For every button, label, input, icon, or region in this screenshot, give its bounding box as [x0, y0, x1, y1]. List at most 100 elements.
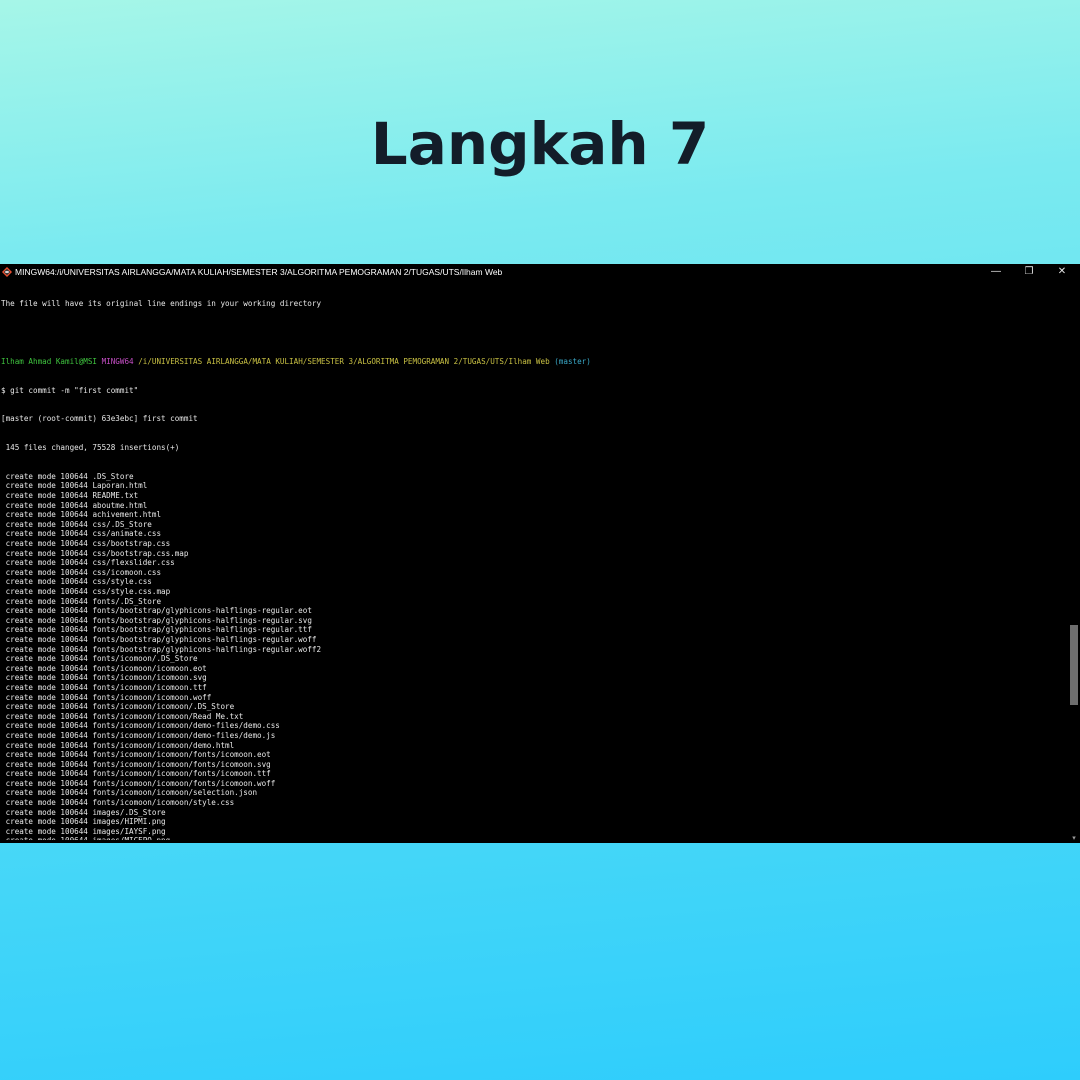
create-mode-line: create mode 100644 css/flexslider.css [1, 558, 1065, 568]
create-mode-line: create mode 100644 fonts/bootstrap/glyph… [1, 645, 1065, 655]
created-file-path: fonts/icomoon/icomoon/demo-files/demo.js [92, 730, 276, 740]
created-file-path: fonts/icomoon/icomoon.woff [92, 692, 212, 702]
created-file-path: achivement.html [92, 510, 162, 520]
created-file-path: .DS_Store [92, 471, 134, 481]
created-file-path: css/bootstrap.css [92, 539, 171, 549]
created-file-path: Laporan.html [92, 481, 148, 491]
create-mode-line: create mode 100644 css/icomoon.css [1, 568, 1065, 578]
create-mode-line: create mode 100644 css/bootstrap.css.map [1, 549, 1065, 559]
create-mode-prefix: create mode 100644 [1, 491, 93, 501]
create-mode-line: create mode 100644 fonts/bootstrap/glyph… [1, 635, 1065, 645]
created-file-path: css/style.css [92, 577, 152, 587]
maximize-button[interactable]: ❐ [1017, 264, 1041, 280]
window-titlebar[interactable]: MINGW64:/i/UNIVERSITAS AIRLANGGA/MATA KU… [0, 264, 1080, 280]
create-mode-line: create mode 100644 fonts/icomoon/icomoon… [1, 664, 1065, 674]
scrollbar-thumb[interactable] [1070, 625, 1078, 705]
create-mode-prefix: create mode 100644 [1, 826, 93, 836]
create-mode-line: create mode 100644 achivement.html [1, 510, 1065, 520]
create-mode-prefix: create mode 100644 [1, 663, 93, 673]
create-mode-prefix: create mode 100644 [1, 817, 93, 827]
create-mode-prefix: create mode 100644 [1, 587, 93, 596]
terminal-scrollbar[interactable]: ▾ [1068, 280, 1080, 843]
create-mode-line: create mode 100644 images/MICEPO.png [1, 836, 1065, 840]
create-mode-prefix: create mode 100644 [1, 529, 93, 539]
create-mode-prefix: create mode 100644 [1, 625, 93, 635]
create-mode-line: create mode 100644 css/style.css.map [1, 587, 1065, 597]
prompt-env: MINGW64 [101, 356, 134, 366]
prompt-branch: (master) [554, 356, 591, 366]
create-mode-prefix: create mode 100644 [1, 481, 93, 491]
created-file-path: fonts/icomoon/icomoon/fonts/icomoon.ttf [92, 769, 271, 779]
create-mode-prefix: create mode 100644 [1, 510, 93, 520]
create-mode-prefix: create mode 100644 [1, 577, 93, 587]
terminal-window[interactable]: MINGW64:/i/UNIVERSITAS AIRLANGGA/MATA KU… [0, 264, 1080, 843]
create-mode-line: create mode 100644 images/HIPMI.png [1, 817, 1065, 827]
prompt-path: /i/UNIVERSITAS AIRLANGGA/MATA KULIAH/SEM… [138, 356, 550, 366]
created-file-path: fonts/icomoon/icomoon/.DS_Store [92, 702, 235, 712]
create-mode-prefix: create mode 100644 [1, 702, 93, 712]
created-file-path: fonts/bootstrap/glyphicons-halflings-reg… [92, 615, 312, 625]
create-mode-line: create mode 100644 fonts/icomoon/icomoon… [1, 769, 1065, 779]
create-mode-prefix: create mode 100644 [1, 673, 93, 683]
shell-prompt: Ilham Ahmad Kamil@MSI MINGW64 /i/UNIVERS… [1, 357, 1065, 367]
created-file-path: fonts/icomoon/icomoon/demo.html [92, 740, 235, 750]
created-file-path: fonts/icomoon/icomoon.ttf [92, 682, 207, 692]
created-file-path: fonts/icomoon/.DS_Store [92, 654, 198, 664]
create-mode-prefix: create mode 100644 [1, 711, 93, 721]
create-mode-line: create mode 100644 fonts/icomoon/icomoon… [1, 798, 1065, 808]
create-mode-line: create mode 100644 fonts/icomoon/icomoon… [1, 779, 1065, 789]
created-file-path: images/IAYSF.png [92, 826, 166, 836]
created-file-path: fonts/icomoon/icomoon/selection.json [92, 788, 258, 798]
created-file-path: fonts/.DS_Store [92, 596, 162, 606]
create-mode-line: create mode 100644 css/bootstrap.css [1, 539, 1065, 549]
create-mode-prefix: create mode 100644 [1, 500, 93, 510]
create-mode-line: create mode 100644 fonts/icomoon/icomoon… [1, 693, 1065, 703]
create-mode-line: create mode 100644 fonts/bootstrap/glyph… [1, 606, 1065, 616]
create-mode-prefix: create mode 100644 [1, 654, 93, 664]
minimize-button[interactable]: — [984, 264, 1008, 280]
create-mode-line: create mode 100644 fonts/icomoon/.DS_Sto… [1, 654, 1065, 664]
create-mode-prefix: create mode 100644 [1, 798, 93, 808]
scroll-down-arrow-icon[interactable]: ▾ [1070, 835, 1078, 843]
create-mode-prefix: create mode 100644 [1, 539, 93, 549]
create-mode-prefix: create mode 100644 [1, 778, 93, 788]
create-mode-prefix: create mode 100644 [1, 730, 93, 740]
create-mode-line: create mode 100644 css/style.css [1, 577, 1065, 587]
page-heading: Langkah 7 [370, 110, 710, 178]
create-mode-line: create mode 100644 images/.DS_Store [1, 808, 1065, 818]
create-mode-prefix: create mode 100644 [1, 788, 93, 798]
create-mode-line: create mode 100644 fonts/icomoon/icomoon… [1, 731, 1065, 741]
create-mode-prefix: create mode 100644 [1, 682, 93, 692]
line-endings-message: The file will have its original line end… [1, 299, 322, 309]
create-mode-prefix: create mode 100644 [1, 471, 93, 481]
created-file-path: fonts/icomoon/icomoon/fonts/icomoon.woff [92, 778, 276, 788]
created-file-path: README.txt [92, 491, 139, 501]
create-mode-prefix: create mode 100644 [1, 692, 93, 702]
git-command: $ git commit -m "first commit" [1, 385, 139, 395]
created-file-path: fonts/icomoon/icomoon.eot [92, 663, 207, 673]
created-file-path: fonts/icomoon/icomoon.svg [92, 673, 207, 683]
created-file-path: images/MICEPO.png [92, 836, 170, 840]
commit-stats: 145 files changed, 75528 insertions(+) [1, 443, 180, 453]
created-file-path: fonts/icomoon/icomoon/fonts/icomoon.eot [92, 750, 271, 760]
created-file-path: css/.DS_Store [92, 519, 152, 529]
created-file-path: aboutme.html [92, 500, 148, 510]
create-mode-prefix: create mode 100644 [1, 769, 93, 779]
create-mode-line: create mode 100644 fonts/icomoon/icomoon… [1, 673, 1065, 683]
create-mode-line: create mode 100644 fonts/icomoon/icomoon… [1, 712, 1065, 722]
create-mode-line: create mode 100644 css/animate.css [1, 529, 1065, 539]
created-file-path: fonts/bootstrap/glyphicons-halflings-reg… [92, 606, 312, 616]
create-mode-prefix: create mode 100644 [1, 519, 93, 529]
create-mode-line: create mode 100644 fonts/bootstrap/glyph… [1, 625, 1065, 635]
create-mode-prefix: create mode 100644 [1, 567, 93, 577]
create-mode-prefix: create mode 100644 [1, 596, 93, 606]
created-file-path: fonts/icomoon/icomoon/demo-files/demo.cs… [92, 721, 280, 731]
commit-summary: [master (root-commit) 63e3ebc] first com… [1, 414, 198, 424]
close-button[interactable]: ✕ [1050, 264, 1074, 280]
create-mode-prefix: create mode 100644 [1, 759, 93, 769]
created-file-path: css/icomoon.css [92, 567, 162, 577]
created-file-path: fonts/icomoon/icomoon/style.css [92, 798, 235, 808]
created-file-path: css/flexslider.css [92, 558, 175, 568]
terminal-output[interactable]: The file will have its original line end… [1, 280, 1065, 840]
created-file-path: fonts/icomoon/icomoon/fonts/icomoon.svg [92, 759, 271, 769]
